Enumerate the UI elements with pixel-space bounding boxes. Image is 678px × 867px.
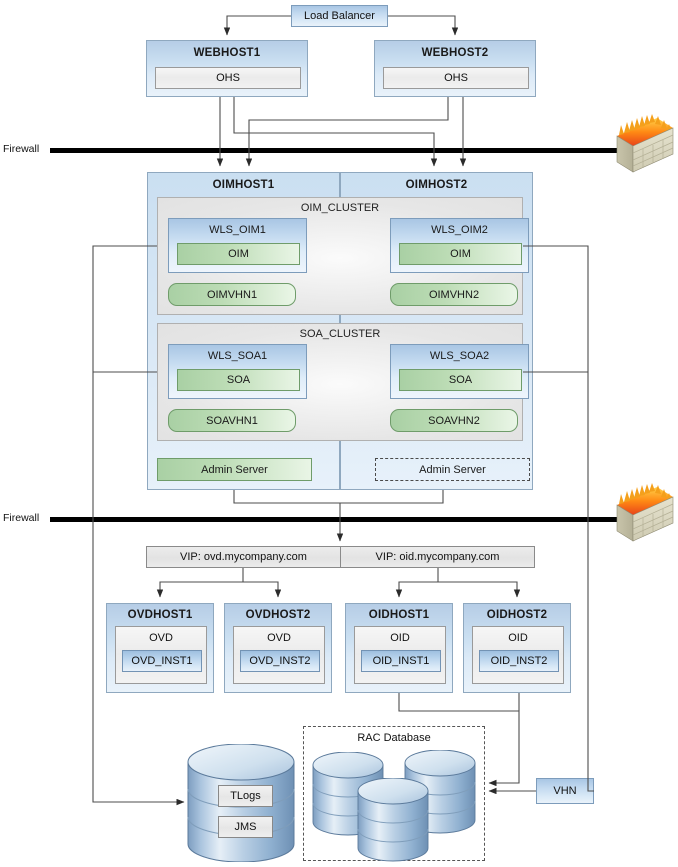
ovdhost1-node[interactable]: OVDHOST1 OVD OVD_INST1 xyxy=(106,603,214,693)
ovdhost1-instance[interactable]: OVD_INST1 xyxy=(122,650,202,672)
oidhost2-title: OIDHOST2 xyxy=(486,608,548,621)
oidhost1-oid-label: OID xyxy=(390,632,410,644)
webhost2-title: WEBHOST2 xyxy=(421,46,489,59)
oim2-app-label: OIM xyxy=(450,248,471,260)
admin-server-active-label: Admin Server xyxy=(201,463,268,476)
ovdhost2-node[interactable]: OVDHOST2 OVD OVD_INST2 xyxy=(224,603,332,693)
oidhost2-node[interactable]: OIDHOST2 OID OID_INST2 xyxy=(463,603,571,693)
load-balancer-label: Load Balancer xyxy=(304,10,375,22)
firewall-2-line xyxy=(50,517,625,522)
soa-cluster-label: SOA_CLUSTER xyxy=(299,328,381,340)
oimvhn2-label: OIMVHN2 xyxy=(428,288,480,301)
soa2-app-label: SOA xyxy=(448,374,473,386)
oimvhn1-label: OIMVHN1 xyxy=(206,288,258,301)
wls-oim2-label: WLS_OIM2 xyxy=(431,224,488,236)
webhost1-ohs-label: OHS xyxy=(216,72,240,84)
wls-soa1-node[interactable]: WLS_SOA1 SOA xyxy=(168,344,307,399)
firewall-2-icon xyxy=(611,481,675,549)
oidhost1-title: OIDHOST1 xyxy=(368,608,430,621)
wls-soa2-node[interactable]: WLS_SOA2 SOA xyxy=(390,344,529,399)
rac-database-label: RAC Database xyxy=(357,732,431,744)
webhost2-node[interactable]: WEBHOST2 OHS xyxy=(374,40,536,97)
soavhn1-label: SOAVHN1 xyxy=(206,414,258,427)
wls-soa1-label: WLS_SOA1 xyxy=(207,350,268,362)
oidhost1-instance[interactable]: OID_INST1 xyxy=(361,650,441,672)
oidhost1-instance-label: OID_INST1 xyxy=(372,655,430,667)
webhost1-node[interactable]: WEBHOST1 OHS xyxy=(146,40,308,97)
jms-label: JMS xyxy=(234,821,257,833)
vhn-node[interactable]: VHN xyxy=(536,778,594,804)
oim1-app-label: OIM xyxy=(228,248,249,260)
wls-soa2-label: WLS_SOA2 xyxy=(429,350,490,362)
vip-ovd-label: VIP: ovd.mycompany.com xyxy=(180,551,307,563)
vhn-label: VHN xyxy=(553,785,577,797)
admin-server-active[interactable]: Admin Server xyxy=(157,458,312,481)
admin-server-standby[interactable]: Admin Server xyxy=(375,458,530,481)
firewall-2-label: Firewall xyxy=(3,512,40,524)
webhost2-ohs-label: OHS xyxy=(444,72,468,84)
ovdhost1-ovd-label: OVD xyxy=(149,632,173,644)
soa2-app[interactable]: SOA xyxy=(399,369,522,391)
oidhost2-oid-label: OID xyxy=(508,632,528,644)
oim1-app[interactable]: OIM xyxy=(177,243,300,265)
admin-server-standby-label: Admin Server xyxy=(419,463,486,476)
ovdhost2-instance-label: OVD_INST2 xyxy=(249,655,311,667)
ovdhost2-title: OVDHOST2 xyxy=(245,608,311,621)
oidhost1-oid[interactable]: OID OID_INST1 xyxy=(354,626,446,684)
ovdhost2-ovd-label: OVD xyxy=(267,632,291,644)
ovdhost1-instance-label: OVD_INST1 xyxy=(131,655,193,667)
webhost1-ohs[interactable]: OHS xyxy=(155,67,301,89)
oidhost2-oid[interactable]: OID OID_INST2 xyxy=(472,626,564,684)
firewall-1-label: Firewall xyxy=(3,143,40,155)
ovdhost1-title: OVDHOST1 xyxy=(127,608,193,621)
jms-label-box[interactable]: JMS xyxy=(218,816,273,838)
vip-ovd[interactable]: VIP: ovd.mycompany.com xyxy=(146,546,341,568)
oimhost1-title: OIMHOST1 xyxy=(212,179,275,191)
webhost1-title: WEBHOST1 xyxy=(193,46,261,59)
oimvhn1-node[interactable]: OIMVHN1 xyxy=(168,283,296,306)
soavhn1-node[interactable]: SOAVHN1 xyxy=(168,409,296,432)
wls-oim2-node[interactable]: WLS_OIM2 OIM xyxy=(390,218,529,273)
oim-cluster-label-wrap: OIM_CLUSTER xyxy=(158,198,522,218)
firewall-1-line xyxy=(50,148,625,153)
oidhost2-instance-label: OID_INST2 xyxy=(490,655,548,667)
webhost2-ohs[interactable]: OHS xyxy=(383,67,529,89)
vip-oid-label: VIP: oid.mycompany.com xyxy=(375,551,500,563)
ovdhost2-instance[interactable]: OVD_INST2 xyxy=(240,650,320,672)
diagram-canvas: Load Balancer WEBHOST1 OHS WEBHOST2 OHS … xyxy=(0,0,678,864)
soavhn2-label: SOAVHN2 xyxy=(428,414,480,427)
soa1-app-label: SOA xyxy=(226,374,251,386)
oim-cluster-label: OIM_CLUSTER xyxy=(300,202,380,214)
oidhost1-node[interactable]: OIDHOST1 OID OID_INST1 xyxy=(345,603,453,693)
oimhost2-title: OIMHOST2 xyxy=(405,179,468,191)
soa1-app[interactable]: SOA xyxy=(177,369,300,391)
oidhost2-instance[interactable]: OID_INST2 xyxy=(479,650,559,672)
ovdhost1-ovd[interactable]: OVD OVD_INST1 xyxy=(115,626,207,684)
load-balancer-node[interactable]: Load Balancer xyxy=(291,5,388,27)
firewall-1-icon xyxy=(611,112,675,180)
soavhn2-node[interactable]: SOAVHN2 xyxy=(390,409,518,432)
vip-oid[interactable]: VIP: oid.mycompany.com xyxy=(340,546,535,568)
tlogs-label: TLogs xyxy=(230,790,261,802)
oimvhn2-node[interactable]: OIMVHN2 xyxy=(390,283,518,306)
oim2-app[interactable]: OIM xyxy=(399,243,522,265)
wls-oim1-node[interactable]: WLS_OIM1 OIM xyxy=(168,218,307,273)
ovdhost2-ovd[interactable]: OVD OVD_INST2 xyxy=(233,626,325,684)
rac-node-2-cylinder xyxy=(356,777,430,862)
wls-oim1-label: WLS_OIM1 xyxy=(209,224,266,236)
tlogs-label-box[interactable]: TLogs xyxy=(218,785,273,807)
